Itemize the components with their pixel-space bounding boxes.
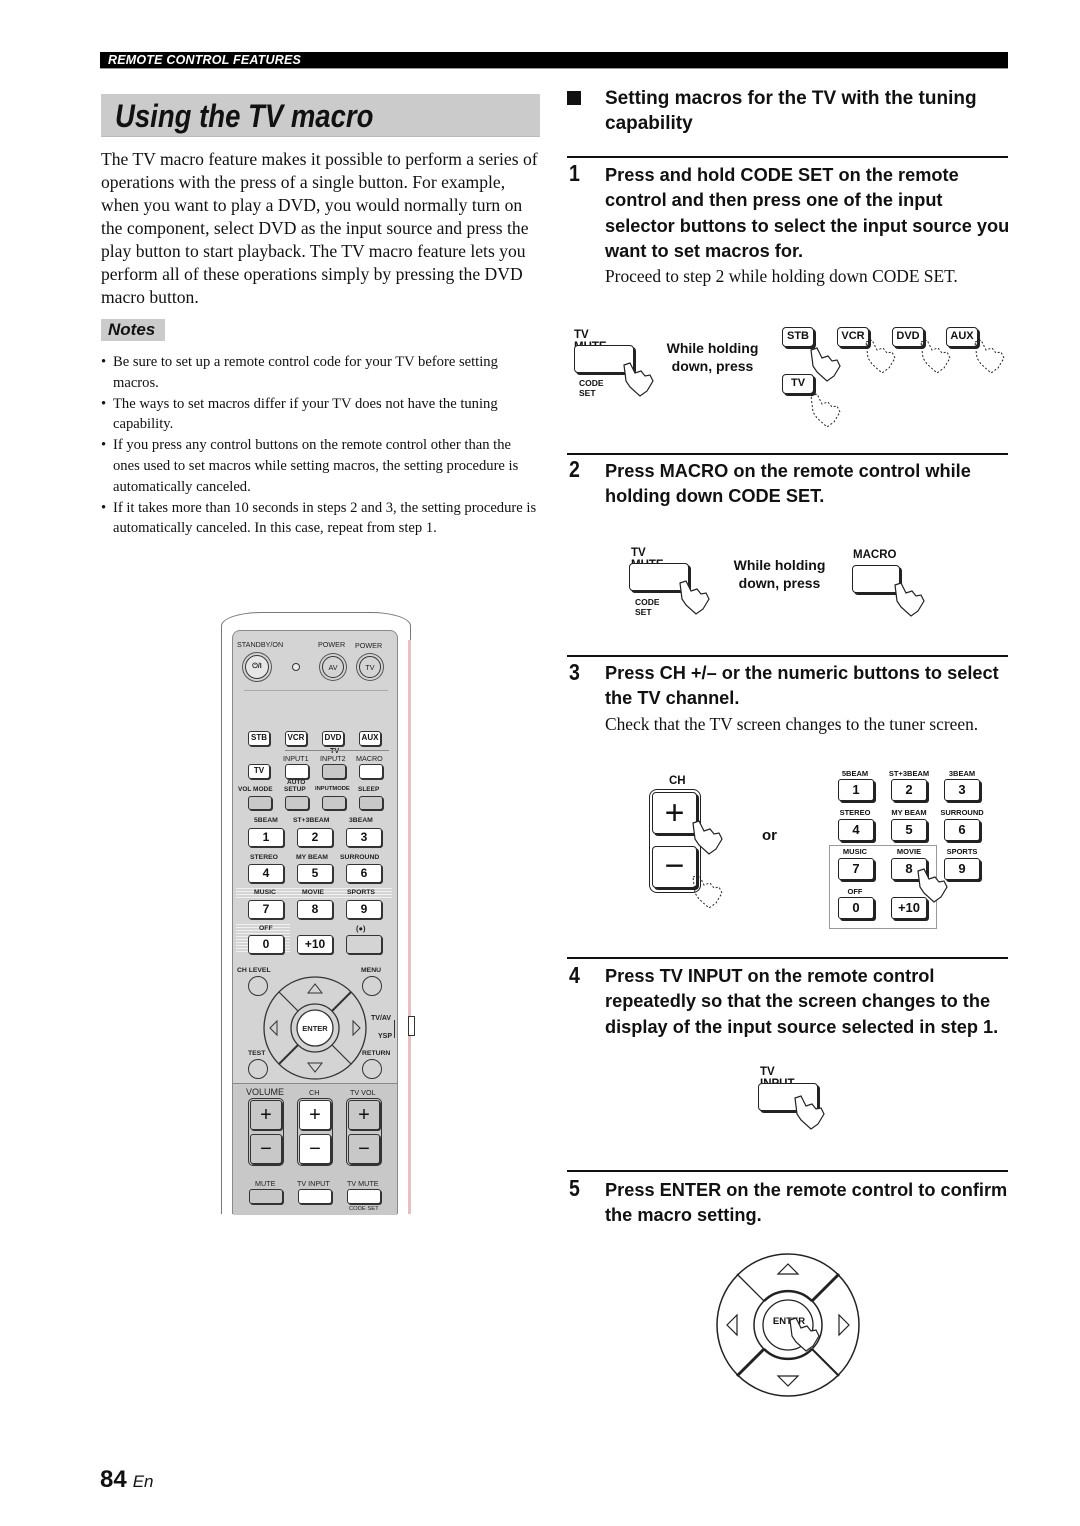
hand-pointer-dashed-icon — [974, 339, 1005, 374]
hand-pointer-icon — [810, 347, 841, 382]
hand-pointer-icon — [692, 820, 723, 855]
hand-pointer-icon — [623, 362, 654, 397]
hand-pointer-icon — [794, 1095, 825, 1130]
hand-pointer-dashed-icon — [810, 393, 841, 428]
hand-pointer-icons — [623, 339, 1005, 1352]
hand-pointer-dashed-icon — [692, 874, 723, 909]
hand-pointer-icon — [789, 1317, 820, 1352]
language-code: En — [132, 1472, 154, 1491]
page-number: 84 En — [100, 1466, 154, 1493]
hand-pointer-icon — [894, 582, 925, 617]
hand-pointer-icon — [679, 580, 710, 615]
hand-pointer-dashed-icon — [865, 339, 896, 374]
hand-pointer-dashed-icon — [920, 339, 951, 374]
hand-pointer-icon — [917, 868, 948, 903]
